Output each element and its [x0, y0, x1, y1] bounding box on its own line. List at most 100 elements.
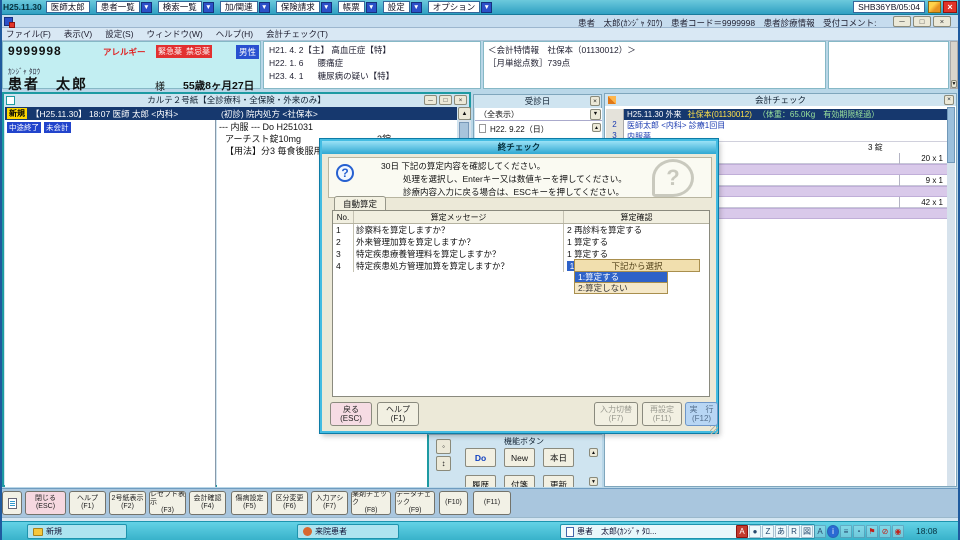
- karte-close-button[interactable]: ×: [454, 95, 467, 105]
- pane-resize-button[interactable]: ↕: [436, 456, 451, 471]
- tray-list-icon[interactable]: ≡: [840, 525, 852, 538]
- pane-toggle-button[interactable]: ◦: [436, 439, 451, 454]
- back-button[interactable]: 戻る(ESC): [330, 402, 372, 426]
- karte-left-pane[interactable]: 中途終了未会計: [5, 120, 216, 487]
- menu-window[interactable]: ウィンドウ(W): [147, 28, 203, 40]
- table-row[interactable]: 2 外来管理加算を算定しますか？ 1 算定する: [333, 236, 709, 248]
- chevron-down-icon[interactable]: ▼: [259, 2, 270, 13]
- question-icon: ?: [336, 164, 354, 182]
- fkey-category-change[interactable]: 区分変更(F6): [271, 491, 308, 515]
- menu-patient-list[interactable]: 患者一覧▼: [96, 1, 152, 13]
- contraindicated-drug-flag[interactable]: 禁忌薬: [184, 45, 212, 58]
- maximize-button[interactable]: □: [913, 16, 931, 27]
- tray-app-icon[interactable]: A: [736, 525, 748, 538]
- new-entry-badge: 新規: [7, 108, 27, 119]
- menu-related[interactable]: 加/関連▼: [220, 1, 270, 13]
- menu-account-check[interactable]: 会計チェック(T): [266, 28, 328, 40]
- accounting-row-doctor[interactable]: 2 医師太郎 <内科> 診療1回目: [606, 120, 949, 131]
- menu-search-list[interactable]: 検索一覧▼: [158, 1, 214, 13]
- accounting-close-button[interactable]: ×: [944, 95, 954, 105]
- drug-quantity: 3 錠: [868, 142, 883, 153]
- emergency-drug-flag[interactable]: 緊急薬: [156, 45, 184, 58]
- menu-file[interactable]: ファイル(F): [6, 28, 51, 40]
- alert-icon[interactable]: ◉: [892, 525, 904, 538]
- taskbar-tab-new[interactable]: 新規: [27, 524, 127, 539]
- menu-help[interactable]: ヘルプ(H): [216, 28, 253, 40]
- fkey-disease-setting[interactable]: 傷病設定(F5): [231, 491, 268, 515]
- ime-kana-icon[interactable]: あ: [775, 525, 787, 538]
- scroll-down-icon[interactable]: ▼: [589, 477, 598, 486]
- dropdown-option-not-calculate[interactable]: 2:算定しない: [574, 283, 668, 294]
- visit-list-item[interactable]: H22. 9.22（日）: [490, 124, 549, 135]
- tray-status-icon[interactable]: ●: [749, 525, 761, 538]
- dialog-titlebar[interactable]: 終チェック: [322, 141, 716, 154]
- karte-entry-header[interactable]: 新規 【H25.11.30】 18:07 医師 太郎 <内科> (初診) 院内処…: [5, 107, 457, 120]
- chevron-down-icon[interactable]: ▼: [481, 2, 492, 13]
- new-button[interactable]: New: [504, 448, 535, 467]
- fkey-f11[interactable]: (F11): [473, 491, 511, 515]
- close-button[interactable]: ×: [933, 16, 951, 27]
- scroll-up-icon[interactable]: ▲: [592, 123, 601, 132]
- allergy-label[interactable]: アレルギー: [103, 46, 146, 58]
- wrench-icon[interactable]: [928, 1, 941, 13]
- chevron-down-icon[interactable]: ▼: [321, 2, 332, 13]
- fkey-receipt-view[interactable]: レセプト表示(F3): [149, 491, 186, 515]
- blocked-icon[interactable]: ⊘: [879, 525, 891, 538]
- fkey-help[interactable]: ヘルプ(F1): [69, 491, 106, 515]
- chevron-down-icon[interactable]: ▼: [203, 2, 214, 13]
- ime-mode-icon[interactable]: Z: [762, 525, 774, 538]
- menu-config[interactable]: 設定(S): [105, 28, 133, 40]
- execute-button[interactable]: 実 行(F12): [685, 402, 718, 426]
- fkey-f10[interactable]: (F10): [439, 491, 468, 515]
- menu-view[interactable]: 表示(V): [64, 28, 92, 40]
- menu-settings[interactable]: 設定▼: [383, 1, 422, 13]
- ime-roman-icon[interactable]: R: [788, 525, 800, 538]
- fkey-close[interactable]: 閉じる(ESC): [25, 491, 66, 515]
- fkey-account-confirm[interactable]: 会計確認(F4): [189, 491, 226, 515]
- patient-age: 55歳8ヶ月27日: [183, 78, 254, 93]
- fkey-input-assist[interactable]: 入力アシ(F7): [311, 491, 348, 515]
- fkey-data-check[interactable]: データチェック(F9): [395, 491, 435, 515]
- info-icon[interactable]: i: [827, 525, 839, 538]
- chevron-down-icon[interactable]: ▼: [411, 2, 422, 13]
- today-button[interactable]: 本日: [543, 448, 574, 467]
- doctor-name-box[interactable]: 医師太郎: [46, 1, 90, 13]
- scroll-down-icon[interactable]: ▼: [951, 80, 957, 88]
- scroll-up-icon[interactable]: ▲: [458, 107, 471, 120]
- visit-close-button[interactable]: ×: [590, 96, 600, 106]
- ime-pad-icon[interactable]: 図: [801, 525, 813, 538]
- tray-dot-icon[interactable]: ・: [853, 525, 865, 538]
- chevron-down-icon[interactable]: ▼: [141, 2, 152, 13]
- taskbar-tab-visiting-patients[interactable]: 来院患者: [297, 524, 399, 539]
- resize-grip[interactable]: [710, 426, 718, 434]
- update-button[interactable]: 更新: [543, 475, 574, 487]
- accounting-row-header[interactable]: H25.11.30 外来 社保本(01130012) （体重：65.0Kg 有効…: [606, 109, 949, 120]
- tab-auto-calculation[interactable]: 自動算定: [334, 196, 386, 210]
- help-button[interactable]: ヘルプ(F1): [377, 402, 419, 426]
- karte-maximize-button[interactable]: □: [439, 95, 452, 105]
- fkey-drug-check[interactable]: 薬剤チェック(F8): [351, 491, 391, 515]
- patient-header-scrollbar[interactable]: ▼: [950, 41, 958, 89]
- visit-filter-select[interactable]: （全表示） ▼: [475, 108, 602, 121]
- karte-minimize-button[interactable]: －: [424, 95, 437, 105]
- minimize-button[interactable]: －: [893, 16, 911, 27]
- scroll-up-icon[interactable]: ▲: [589, 448, 598, 457]
- table-row[interactable]: 1 診察料を算定しますか？ 2 再診料を算定する: [333, 224, 709, 236]
- menu-options[interactable]: オプション▼: [428, 1, 493, 13]
- menu-insurance-claim[interactable]: 保険請求▼: [276, 1, 332, 13]
- do-button[interactable]: Do: [465, 448, 496, 467]
- memo-tool-button[interactable]: [2, 491, 22, 515]
- reset-button[interactable]: 再設定(F11): [642, 402, 682, 426]
- flag-icon[interactable]: ⚑: [866, 525, 878, 538]
- menu-reports[interactable]: 帳票▼: [338, 1, 377, 13]
- sticky-note-button[interactable]: 付箋: [504, 475, 535, 487]
- input-toggle-button[interactable]: 入力切替(F7): [594, 402, 638, 426]
- accounting-scrollbar[interactable]: [947, 107, 955, 486]
- app-close-button[interactable]: ×: [943, 1, 957, 13]
- dropdown-option-calculate[interactable]: 1:算定する: [574, 272, 668, 283]
- fkey-karte2-view[interactable]: 2号紙表示(F2): [109, 491, 146, 515]
- chevron-down-icon[interactable]: ▼: [366, 2, 377, 13]
- ime-alpha-icon[interactable]: A: [814, 525, 826, 538]
- chevron-down-icon[interactable]: ▼: [590, 109, 601, 120]
- history-button[interactable]: 履歴: [465, 475, 496, 487]
